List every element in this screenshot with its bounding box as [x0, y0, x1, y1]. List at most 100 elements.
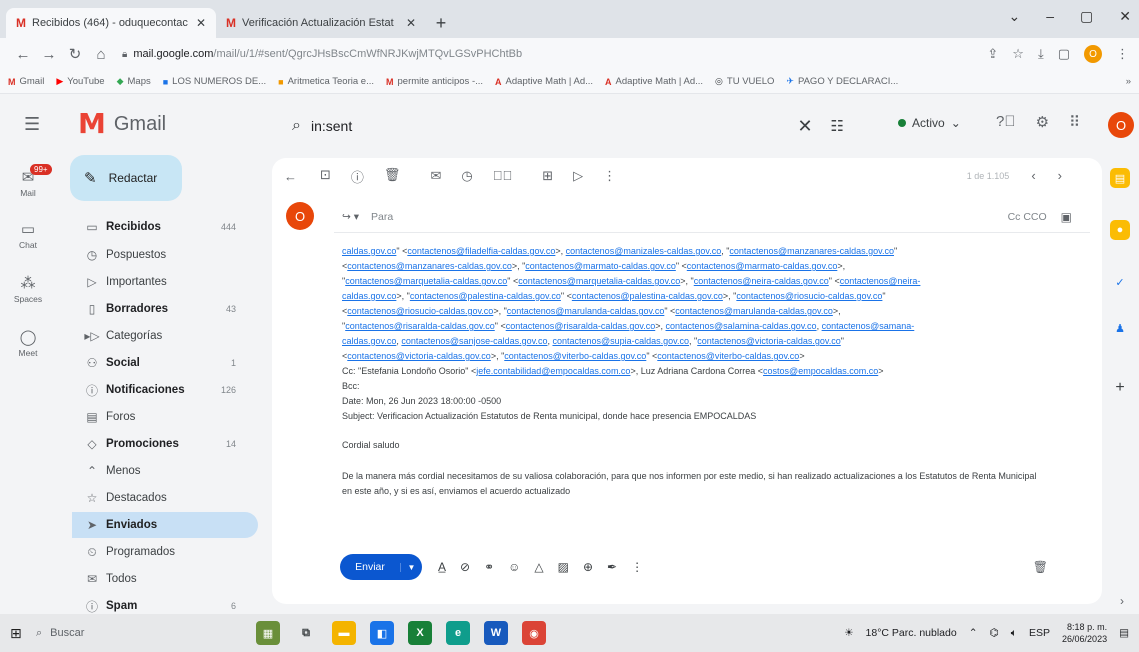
download-icon[interactable]: ⤓	[1038, 46, 1044, 62]
sidebar-item-enviados[interactable]: ➤ Enviados	[72, 512, 258, 538]
clear-search-icon[interactable]: ✕	[797, 116, 812, 137]
recipient-email-link[interactable]: contactenos@risaralda-caldas.gov.co	[345, 321, 495, 331]
add-addon-icon[interactable]: +	[1110, 378, 1130, 398]
calendar-icon[interactable]: ▤	[1110, 168, 1130, 188]
sidebar-item-borradores[interactable]: ▯ Borradores 43	[72, 296, 258, 322]
chrome-icon[interactable]: ◉	[522, 621, 546, 645]
task-view-icon[interactable]: ⧉	[294, 621, 318, 645]
recipient-email-link[interactable]: caldas.gov.co	[342, 291, 396, 301]
main-menu-icon[interactable]: ☰	[24, 114, 40, 135]
notifications-icon[interactable]: ▤	[1119, 627, 1129, 639]
recipient-email-link[interactable]: caldas.gov.co	[342, 246, 396, 256]
recipient-email-link[interactable]: contactenos@manzanares-caldas.gov.co	[729, 246, 894, 256]
add-task-icon[interactable]: ✓⃝	[493, 168, 513, 184]
browser-menu-icon[interactable]: ⋮	[1116, 46, 1129, 62]
cc-email-link[interactable]: jefe.contabilidad@empocaldas.com.co	[476, 366, 630, 376]
recipient-email-link[interactable]: contactenos@samana-	[822, 321, 915, 331]
sidebar-item-promociones[interactable]: ◇ Promociones 14	[72, 431, 258, 457]
more-bookmarks-icon[interactable]: »	[1126, 76, 1131, 87]
volume-icon[interactable]: 🔈︎	[1011, 627, 1017, 640]
mark-unread-icon[interactable]: ✉	[430, 168, 441, 184]
share-icon[interactable]: ⇪	[987, 46, 998, 62]
tray-chevron-icon[interactable]: ⌃	[969, 627, 978, 639]
forward-type-icon[interactable]: ↪ ▾	[342, 211, 359, 223]
bookmark-item[interactable]: Mpermite anticipos -...	[386, 76, 483, 87]
recipient-email-link[interactable]: contactenos@viterbo-caldas.gov.co	[504, 351, 646, 361]
cc-bcc-link[interactable]: Cc CCO	[1008, 211, 1047, 223]
label-icon[interactable]: ▷	[573, 168, 583, 184]
signature-icon[interactable]: ✒	[607, 560, 617, 574]
tasks-icon[interactable]: ✓	[1110, 272, 1130, 292]
apps-grid-icon[interactable]: ⠿	[1069, 113, 1080, 131]
close-window-button[interactable]: ✕	[1119, 8, 1131, 25]
recipient-email-link[interactable]: contactenos@marulanda-caldas.gov.co	[675, 306, 833, 316]
recipient-email-link[interactable]: contactenos@marmato-caldas.gov.co	[525, 261, 676, 271]
sidebar-item-foros[interactable]: ▤ Foros	[72, 404, 258, 430]
rail-item-meet[interactable]: ◯ Meet	[0, 328, 56, 358]
browser-tab-2[interactable]: M Verificación Actualización Estat ✕	[216, 8, 426, 38]
link-icon[interactable]: ⚭	[484, 560, 494, 574]
confidential-icon[interactable]: ⊕	[583, 560, 593, 574]
recipient-email-link[interactable]: contactenos@marquetalia-caldas.gov.co	[345, 276, 507, 286]
account-avatar[interactable]: O	[1108, 112, 1134, 138]
sidebar-item-destacados[interactable]: ☆ Destacados	[72, 485, 258, 511]
drive-icon[interactable]: △	[534, 560, 543, 574]
status-selector[interactable]: Activo ⌄	[898, 116, 961, 130]
star-icon[interactable]: ☆	[1012, 46, 1024, 62]
network-icon[interactable]: ⌬	[990, 627, 999, 639]
bookmark-item[interactable]: ▶ YouTube	[56, 76, 104, 87]
keep-icon[interactable]: ●	[1110, 220, 1130, 240]
recipient-email-link[interactable]: contactenos@riosucio-caldas.gov.co	[347, 306, 493, 316]
bookmark-item[interactable]: ◎ TU VUELO	[715, 76, 774, 87]
profile-avatar[interactable]: O	[1084, 45, 1102, 63]
recipient-email-link[interactable]: contactenos@sanjose-caldas.gov.co	[401, 336, 547, 346]
close-tab-icon[interactable]: ✕	[406, 16, 416, 30]
side-panel-toggle-icon[interactable]: ›	[1120, 594, 1124, 608]
contacts-icon[interactable]: ♟	[1110, 318, 1130, 338]
move-to-icon[interactable]: ⊞	[542, 168, 553, 184]
search-input[interactable]: in:sent	[311, 118, 797, 134]
search-options-icon[interactable]: ☷	[831, 117, 844, 135]
bookmark-item[interactable]: ◆ Maps	[117, 76, 151, 87]
bookmark-item[interactable]: ■ Aritmetica Teoria e...	[278, 76, 374, 87]
windows-start-icon[interactable]: ⊞	[10, 625, 36, 642]
recipient-email-link[interactable]: contactenos@risaralda-caldas.gov.co	[506, 321, 656, 331]
settings-gear-icon[interactable]: ⚙	[1036, 113, 1049, 131]
bookmark-item[interactable]: A Adaptive Math | Ad...	[605, 76, 703, 87]
recipient-email-link[interactable]: contactenos@palestina-caldas.gov.co	[572, 291, 723, 301]
gmail-logo[interactable]: M Gmail	[78, 110, 166, 138]
clock[interactable]: 8:18 p. m. 26/06/2023	[1062, 621, 1107, 645]
report-spam-icon[interactable]: ⓘ	[351, 167, 364, 186]
help-icon[interactable]: ?⃝	[996, 113, 1016, 131]
more-compose-icon[interactable]: ⋮	[631, 560, 643, 574]
word-icon[interactable]: W	[484, 621, 508, 645]
snooze-icon[interactable]: ◷	[461, 168, 472, 184]
bookmark-item[interactable]: A Adaptive Math | Ad...	[495, 76, 593, 87]
recipient-email-link[interactable]: contactenos@riosucio-caldas.gov.co	[736, 291, 882, 301]
sidebar-item-menos[interactable]: ⌃ Menos	[72, 458, 258, 484]
attach-icon[interactable]: ⊘	[460, 560, 470, 574]
bookmark-item[interactable]: ✈ PAGO Y DECLARACI...	[786, 76, 898, 87]
recipient-email-link[interactable]: contactenos@marulanda-caldas.gov.co	[507, 306, 665, 316]
weather-sun-icon[interactable]: ☀	[844, 627, 853, 639]
text-format-icon[interactable]: A̲	[438, 560, 446, 574]
forward-arrow-icon[interactable]: →	[36, 46, 62, 63]
sidebar-item-recibidos[interactable]: ▭ Recibidos 444	[72, 214, 258, 240]
recipient-email-link[interactable]: contactenos@palestina-caldas.gov.co	[410, 291, 561, 301]
language-label[interactable]: ESP	[1029, 627, 1050, 639]
sidebar-item-importantes[interactable]: ▷ Importantes	[72, 269, 258, 295]
sidebar-item-pospuestos[interactable]: ◷ Pospuestos	[72, 242, 258, 268]
sidebar-item-programados[interactable]: ⏲ Programados	[72, 539, 258, 565]
send-options-icon[interactable]: ▼	[400, 562, 422, 572]
more-options-icon[interactable]: ⋮	[603, 168, 616, 184]
bookmark-item[interactable]: M Gmail	[8, 76, 44, 87]
minimize-button[interactable]: –	[1046, 8, 1054, 25]
file-explorer-icon[interactable]: ▬	[332, 621, 356, 645]
back-icon[interactable]: ←	[284, 169, 320, 184]
recipient-email-link[interactable]: contactenos@marquetalia-caldas.gov.co	[518, 276, 680, 286]
compose-button[interactable]: ✎ Redactar	[70, 155, 182, 201]
maximize-button[interactable]: ▢	[1080, 8, 1093, 25]
recipient-email-link[interactable]: contactenos@neira-	[840, 276, 921, 286]
recipient-email-link[interactable]: contactenos@viterbo-caldas.gov.co	[657, 351, 799, 361]
sidebar-item-todos[interactable]: ✉ Todos	[72, 566, 258, 592]
